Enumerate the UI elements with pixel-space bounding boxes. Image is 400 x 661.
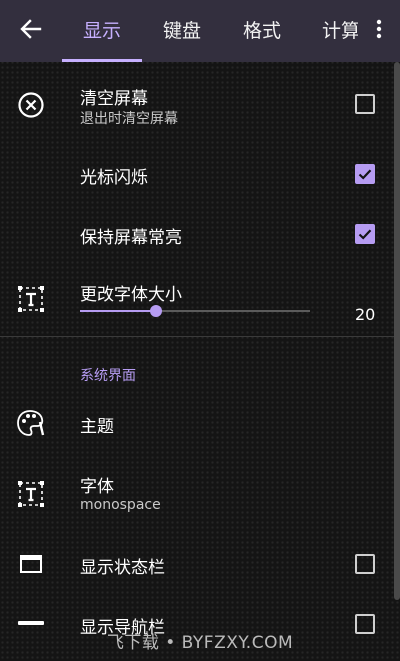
- setting-title: 显示状态栏: [80, 558, 165, 578]
- setting-font[interactable]: 字体 monospace: [0, 468, 394, 524]
- palette-icon: [14, 406, 48, 440]
- keep-screen-on-checkbox[interactable]: [355, 224, 375, 244]
- tab-display[interactable]: 显示: [62, 0, 142, 62]
- font-size-slider-thumb[interactable]: [149, 305, 162, 317]
- arrow-left-icon: [20, 18, 42, 44]
- setting-title: 更改字体大小: [80, 285, 182, 305]
- setting-cursor-blink[interactable]: 光标闪烁: [0, 150, 394, 198]
- text-size-icon: [14, 282, 48, 316]
- setting-subtitle: 退出时清空屏幕: [80, 111, 178, 127]
- toolbar: 显示 键盘 格式 计算: [0, 0, 400, 62]
- font-size-slider-fill: [80, 310, 156, 312]
- setting-title: 主题: [80, 417, 114, 437]
- window-icon: [14, 547, 48, 581]
- setting-subtitle: monospace: [80, 497, 161, 513]
- tab-keyboard[interactable]: 键盘: [142, 0, 222, 62]
- font-size-value: 20: [355, 305, 376, 324]
- clear-circle-icon: [14, 88, 48, 122]
- setting-show-status-bar[interactable]: 显示状态栏: [0, 540, 394, 588]
- status-bar-checkbox[interactable]: [355, 554, 375, 574]
- tab-format[interactable]: 格式: [222, 0, 302, 62]
- check-icon: [358, 229, 372, 240]
- cursor-blink-checkbox[interactable]: [355, 164, 375, 184]
- setting-keep-screen-on[interactable]: 保持屏幕常亮: [0, 210, 394, 258]
- watermark: 飞下载 • BYFZXY.COM: [106, 633, 294, 653]
- active-tab-indicator: [62, 59, 142, 62]
- setting-title: 字体: [80, 477, 114, 497]
- section-title-system-ui: 系统界面: [80, 368, 136, 384]
- more-vert-icon: [376, 19, 382, 43]
- back-button[interactable]: [12, 12, 50, 50]
- scrollbar[interactable]: [394, 62, 400, 600]
- clear-screen-checkbox[interactable]: [355, 94, 375, 114]
- setting-theme[interactable]: 主题: [0, 398, 394, 448]
- check-icon: [358, 169, 372, 180]
- setting-font-size: 更改字体大小: [0, 270, 394, 330]
- overflow-menu-button[interactable]: [358, 0, 400, 62]
- setting-title: 保持屏幕常亮: [80, 228, 182, 248]
- setting-title: 光标闪烁: [80, 168, 148, 188]
- text-font-icon: [14, 477, 48, 511]
- section-divider: [0, 336, 394, 337]
- setting-title: 清空屏幕: [80, 89, 148, 109]
- setting-clear-screen[interactable]: 清空屏幕 退出时清空屏幕: [0, 78, 394, 134]
